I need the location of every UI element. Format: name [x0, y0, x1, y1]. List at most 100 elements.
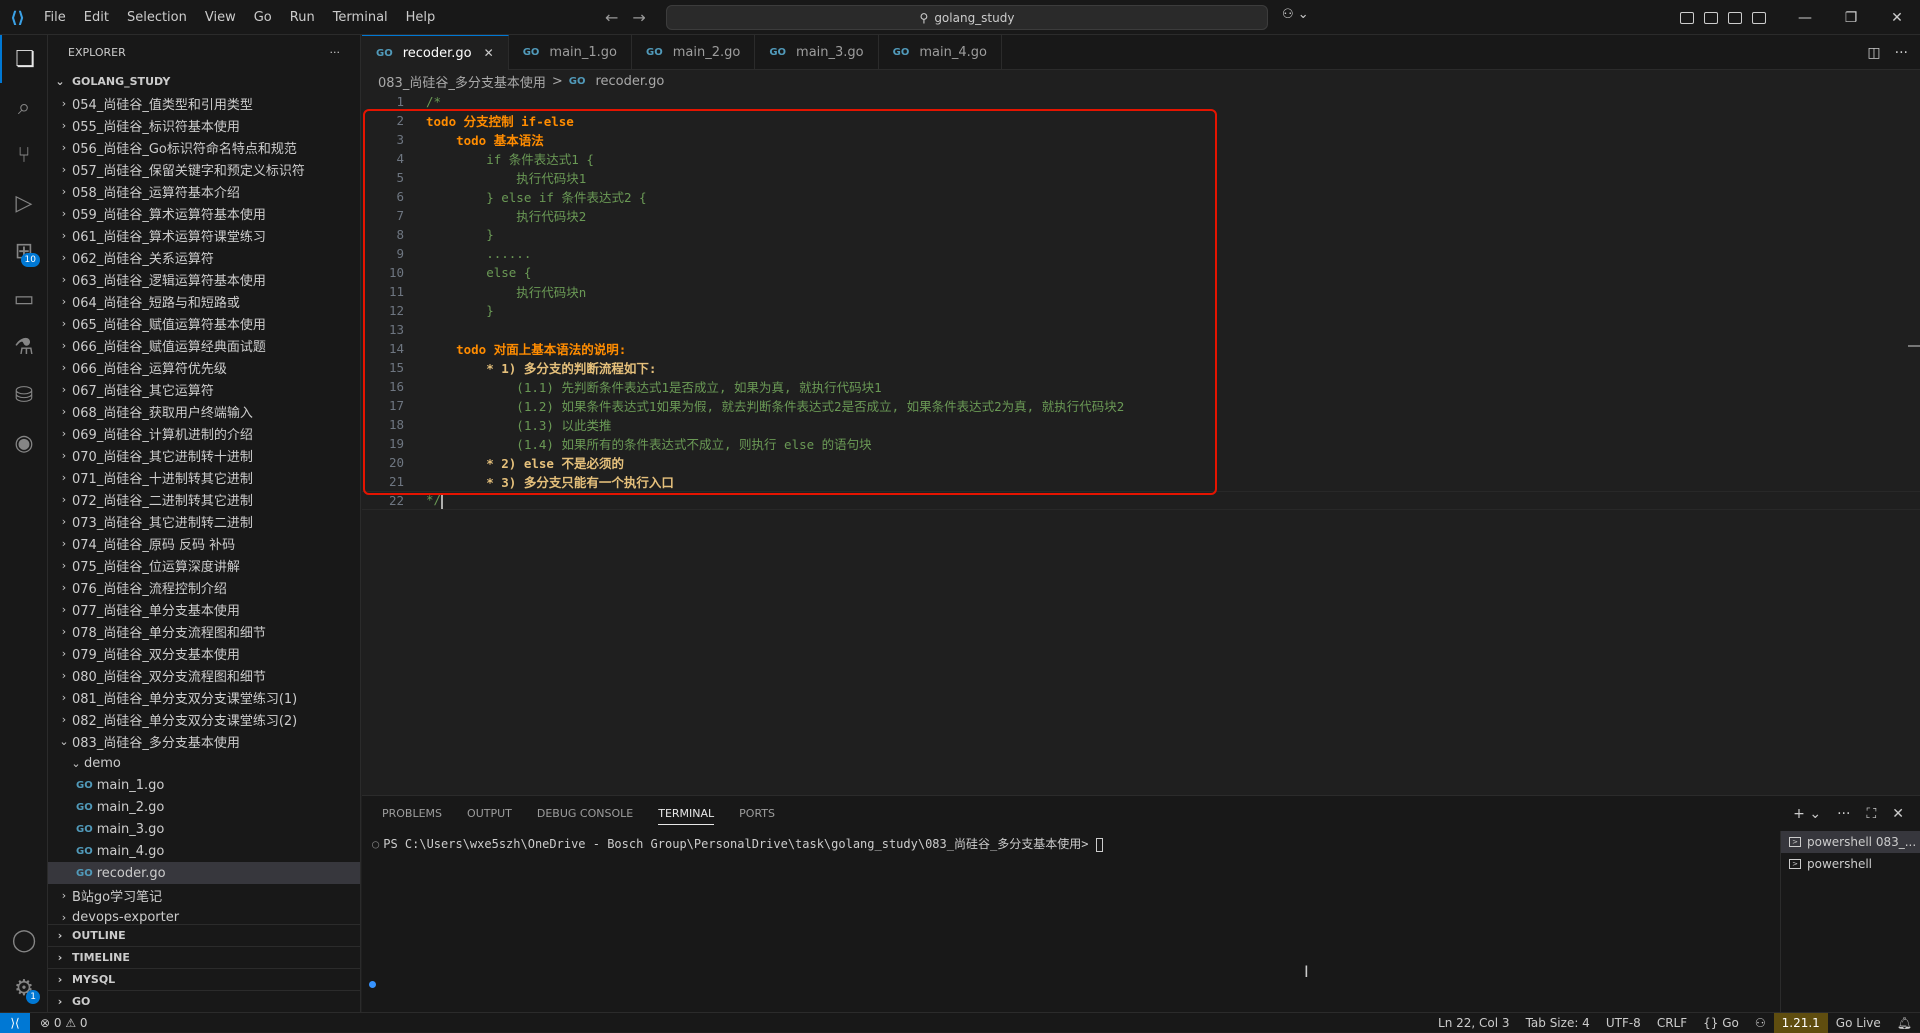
notifications-bell-icon[interactable]: 🔔︎ [1889, 1016, 1920, 1030]
tree-item[interactable]: › 057_尚硅谷_保留关键字和预定义标识符 [48, 158, 360, 180]
menu-item-edit[interactable]: Edit [75, 0, 118, 35]
tree-item[interactable]: GO main_3.go [48, 818, 360, 840]
terminal-instance[interactable]: > powershell [1781, 853, 1920, 875]
tree-item[interactable]: › 067_尚硅谷_其它运算符 [48, 378, 360, 400]
settings-gear-icon[interactable]: ⚙ 1 [0, 964, 48, 1012]
tree-item[interactable]: GO main_2.go [48, 796, 360, 818]
tree-item[interactable]: › 073_尚硅谷_其它进制转二进制 [48, 510, 360, 532]
panel-tab-debug-console[interactable]: DEBUG CONSOLE [537, 807, 633, 820]
cursor-position[interactable]: Ln 22, Col 3 [1430, 1016, 1518, 1030]
section-outline[interactable]: › OUTLINE [48, 924, 360, 946]
extensions-icon[interactable]: ⊞ 10 [0, 227, 48, 275]
section-mysql[interactable]: › MYSQL [48, 968, 360, 990]
tree-item[interactable]: › B站go学习笔记 [48, 884, 360, 906]
panel-more-icon[interactable]: ··· [1837, 806, 1850, 822]
menu-item-selection[interactable]: Selection [118, 0, 196, 35]
tree-item[interactable]: › 082_尚硅谷_单分支双分支课堂练习(2) [48, 708, 360, 730]
breadcrumb-folder[interactable]: 083_尚硅谷_多分支基本使用 [378, 72, 546, 91]
tree-item[interactable]: › 068_尚硅谷_获取用户终端输入 [48, 400, 360, 422]
search-view-icon[interactable]: ⌕ [0, 83, 48, 131]
tree-item[interactable]: › 063_尚硅谷_逻辑运算符基本使用 [48, 268, 360, 290]
tree-item[interactable]: ⌄ demo [48, 752, 360, 774]
tree-item[interactable]: GO main_1.go [48, 774, 360, 796]
panel-tab-output[interactable]: OUTPUT [467, 807, 512, 820]
tree-item[interactable]: › 078_尚硅谷_单分支流程图和细节 [48, 620, 360, 642]
go-version[interactable]: 1.21.1 [1773, 1013, 1828, 1033]
editor-tab[interactable]: GO main_4.go [879, 35, 1002, 70]
testing-icon[interactable]: ⚗ [0, 323, 48, 371]
go-live[interactable]: Go Live [1828, 1016, 1889, 1030]
language-mode[interactable]: {} Go [1695, 1016, 1747, 1030]
tree-item[interactable]: › 056_尚硅谷_Go标识符命名特点和规范 [48, 136, 360, 158]
tree-item[interactable]: › 069_尚硅谷_计算机进制的介绍 [48, 422, 360, 444]
more-actions-icon[interactable]: ··· [330, 46, 341, 59]
customize-layout-icon[interactable] [1680, 11, 1694, 24]
toggle-sidebar-icon[interactable] [1704, 11, 1718, 24]
toggle-secondary-sidebar-icon[interactable] [1752, 11, 1766, 24]
tree-item[interactable]: › 076_尚硅谷_流程控制介绍 [48, 576, 360, 598]
editor-tab[interactable]: GO main_3.go [755, 35, 879, 70]
minimize-icon[interactable]: — [1782, 0, 1828, 35]
tree-item[interactable]: › 079_尚硅谷_双分支基本使用 [48, 642, 360, 664]
section-timeline[interactable]: › TIMELINE [48, 946, 360, 968]
tree-item[interactable]: › 054_尚硅谷_值类型和引用类型 [48, 92, 360, 114]
new-terminal-icon[interactable]: + ⌄ [1793, 806, 1821, 822]
editor-tab[interactable]: GO main_1.go [509, 35, 632, 70]
command-center-search[interactable]: ⚲ golang_study [666, 5, 1268, 30]
tree-item[interactable]: › 055_尚硅谷_标识符基本使用 [48, 114, 360, 136]
end-of-line[interactable]: CRLF [1649, 1016, 1695, 1030]
scrollbar-marker[interactable] [1908, 345, 1920, 347]
tree-item[interactable]: › 066_尚硅谷_赋值运算经典面试题 [48, 334, 360, 356]
workspace-root[interactable]: ⌄ GOLANG_STUDY [48, 70, 360, 92]
editor-tab[interactable]: GO main_2.go [632, 35, 756, 70]
menu-item-help[interactable]: Help [397, 0, 445, 35]
remote-explorer-icon[interactable]: ▭ [0, 275, 48, 323]
tree-item[interactable]: GO main_4.go [48, 840, 360, 862]
tree-item[interactable]: › 075_尚硅谷_位运算深度讲解 [48, 554, 360, 576]
tree-item[interactable]: ⌄ 083_尚硅谷_多分支基本使用 [48, 730, 360, 752]
run-debug-icon[interactable]: ▷ [0, 179, 48, 227]
accounts-icon[interactable]: ◯ [0, 916, 48, 964]
tree-item[interactable]: › 071_尚硅谷_十进制转其它进制 [48, 466, 360, 488]
copilot-icon[interactable]: ⚇ ⌄ [1282, 7, 1309, 22]
close-panel-icon[interactable]: ✕ [1892, 806, 1904, 822]
tree-item[interactable]: › 080_尚硅谷_双分支流程图和细节 [48, 664, 360, 686]
menu-item-go[interactable]: Go [245, 0, 281, 35]
tree-item[interactable]: GO recoder.go [48, 862, 360, 884]
explorer-icon[interactable]: ❏ [0, 35, 48, 83]
menu-item-terminal[interactable]: Terminal [324, 0, 397, 35]
split-editor-icon[interactable]: ◫ [1867, 45, 1880, 61]
breadcrumb-file[interactable]: recoder.go [595, 74, 664, 89]
restore-icon[interactable]: ❐ [1828, 0, 1874, 35]
close-tab-icon[interactable]: ✕ [484, 46, 494, 60]
tree-item[interactable]: › 064_尚硅谷_短路与和短路或 [48, 290, 360, 312]
panel-tab-ports[interactable]: PORTS [739, 807, 775, 820]
menu-item-view[interactable]: View [196, 0, 245, 35]
panel-tab-terminal[interactable]: TERMINAL [658, 807, 715, 825]
menu-item-run[interactable]: Run [281, 0, 324, 35]
encoding[interactable]: UTF-8 [1598, 1016, 1649, 1030]
maximize-panel-icon[interactable]: ⛶ [1866, 806, 1876, 822]
panel-tab-problems[interactable]: PROBLEMS [382, 807, 442, 820]
editor-tab[interactable]: GO recoder.go ✕ [362, 35, 509, 70]
tree-item[interactable]: › 081_尚硅谷_单分支双分支课堂练习(1) [48, 686, 360, 708]
menu-item-file[interactable]: File [35, 0, 75, 35]
tree-item[interactable]: › 059_尚硅谷_算术运算符基本使用 [48, 202, 360, 224]
terminal-output[interactable]: ○ PS C:\Users\wxe5szh\OneDrive - Bosch Gr… [362, 831, 1920, 852]
terminal-instance[interactable]: > powershell 083_... [1781, 831, 1920, 853]
back-arrow-icon[interactable]: ← [605, 8, 618, 27]
tree-item[interactable]: › 065_尚硅谷_赋值运算符基本使用 [48, 312, 360, 334]
tree-item[interactable]: › 074_尚硅谷_原码 反码 补码 [48, 532, 360, 554]
section-go[interactable]: › GO [48, 990, 360, 1012]
tree-item[interactable]: › 077_尚硅谷_单分支基本使用 [48, 598, 360, 620]
toggle-panel-icon[interactable] [1728, 11, 1742, 24]
problems-status[interactable]: ⊗ 0 ⚠ 0 [40, 1016, 88, 1030]
tree-item[interactable]: › 070_尚硅谷_其它进制转十进制 [48, 444, 360, 466]
json-icon[interactable]: ◉ [0, 419, 48, 467]
tree-item[interactable]: › 061_尚硅谷_算术运算符课堂练习 [48, 224, 360, 246]
tab-size[interactable]: Tab Size: 4 [1518, 1016, 1598, 1030]
code-editor[interactable]: 1/* 2 todo 分支控制 if-else 3 todo 基本语法 4 if 条件表… [362, 92, 1920, 510]
forward-arrow-icon[interactable]: → [632, 8, 645, 27]
tree-item[interactable]: › 058_尚硅谷_运算符基本介绍 [48, 180, 360, 202]
tree-item[interactable]: › 072_尚硅谷_二进制转其它进制 [48, 488, 360, 510]
